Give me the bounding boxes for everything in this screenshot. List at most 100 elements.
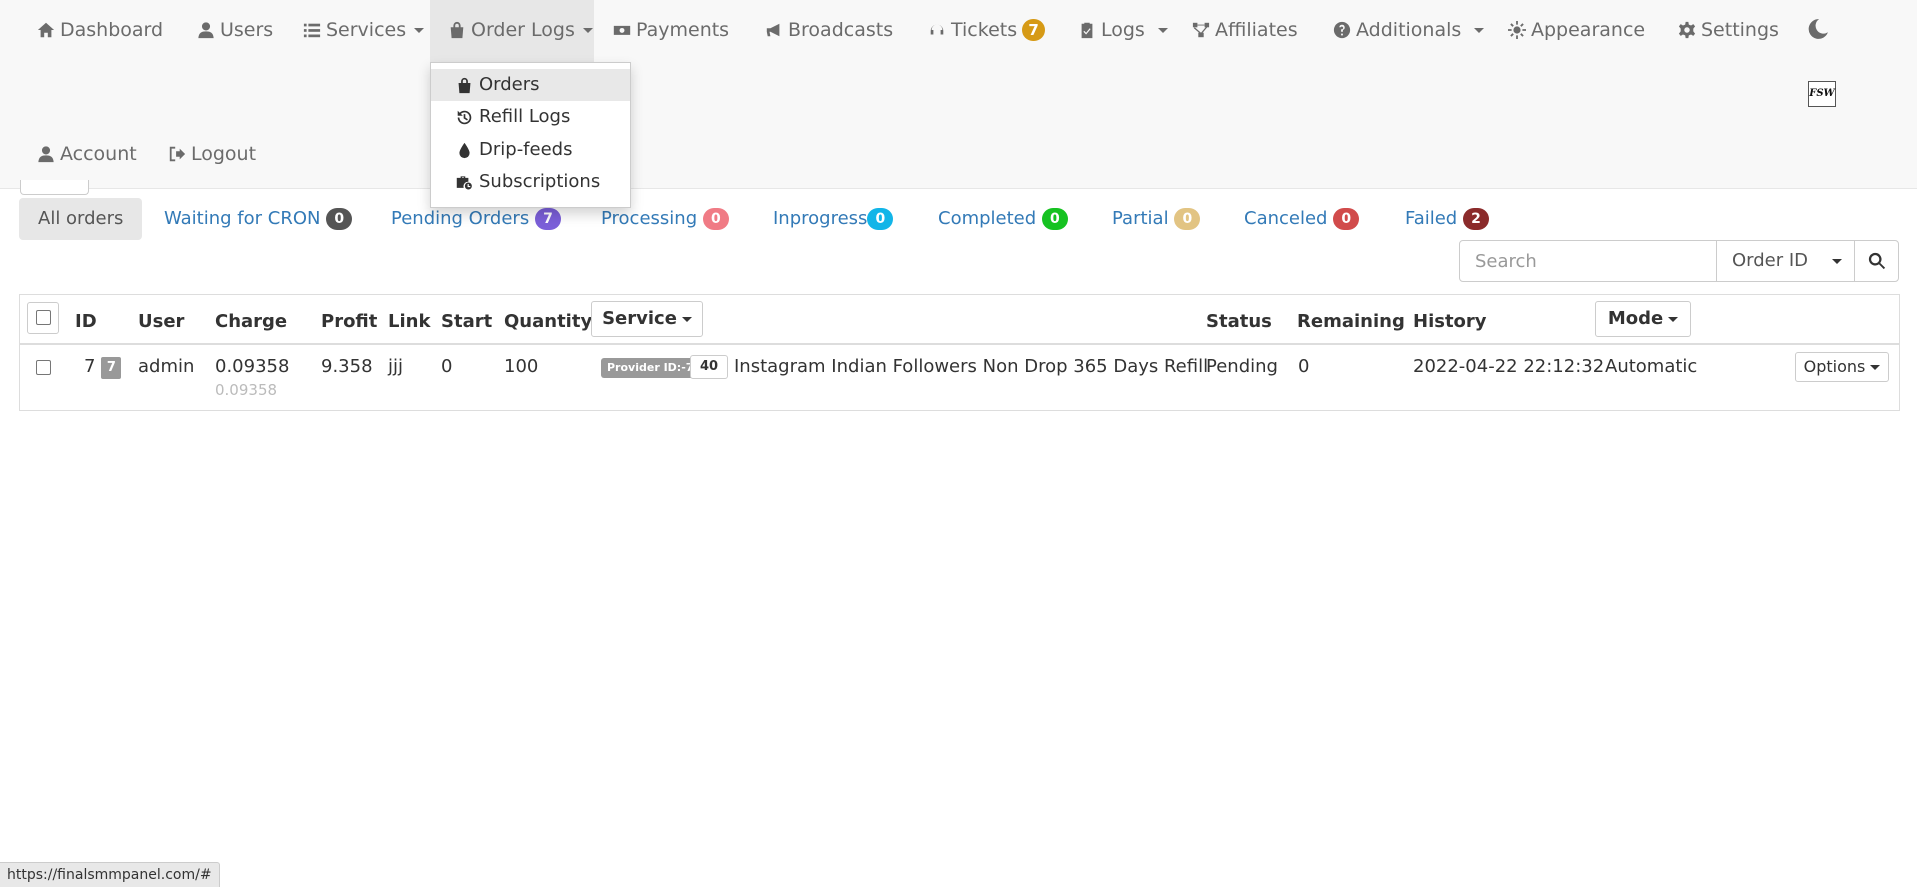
question-circle-icon [1333,21,1351,39]
user-icon [38,146,54,163]
order-logs-dropdown: Orders Refill Logs Drip-feeds Subscripti… [430,62,631,208]
col-header-id: ID [75,311,97,332]
tab-failed[interactable]: Failed 2 [1405,198,1489,240]
browser-status-bar: https://finalsmmpanel.com/# [0,862,220,887]
shopping-bag-icon [458,77,471,93]
provider-id-label: Provider ID:-7 [601,358,700,378]
order-start: 0 [441,356,453,377]
count-badge: 2 [1462,208,1489,230]
nav-services[interactable]: Services [303,19,425,41]
chevron-down-icon [414,27,425,33]
tab-waiting-for-cron[interactable]: Waiting for CRON 0 [164,198,353,240]
nav-logs[interactable]: Logs [1078,19,1168,41]
id-badge: 7 [101,357,122,379]
nav-settings[interactable]: Settings [1678,19,1779,41]
network-icon [1192,22,1210,38]
count-badge: 0 [702,208,729,230]
nav-tickets[interactable]: Tickets 7 [928,19,1046,41]
user-icon [198,22,214,39]
menu-item-refill-logs[interactable]: Refill Logs [431,101,630,133]
moon-icon [1808,19,1828,39]
col-header-status: Status [1206,311,1272,332]
tab-inprogress[interactable]: Inprogress 0 [773,198,894,240]
count-badge: 0 [1174,208,1201,230]
partial-button[interactable] [20,180,89,195]
nav-users[interactable]: Users [197,19,273,41]
nav-appearance[interactable]: Appearance [1508,19,1645,41]
dark-mode-toggle[interactable] [1807,18,1829,40]
count-badge: 0 [1333,208,1360,230]
chevron-down-icon [1157,27,1168,33]
order-status: Pending [1206,356,1278,377]
chevron-down-icon [681,316,692,322]
tickets-count-badge: 7 [1022,19,1046,41]
briefcase-clock-icon [456,175,472,189]
search-icon [1868,252,1886,270]
order-history: 2022-04-22 22:12:32 [1413,356,1605,377]
search-field-select[interactable]: Order ID [1716,241,1854,281]
home-icon [37,22,55,38]
order-user: admin [138,356,195,377]
order-quantity: 100 [504,356,539,377]
history-icon [457,110,472,124]
count-badge: 0 [1041,208,1068,230]
menu-item-drip-feeds[interactable]: Drip-feeds [431,134,630,166]
count-badge: 0 [326,208,353,230]
tab-completed[interactable]: Completed 0 [938,198,1068,240]
tab-partial[interactable]: Partial 0 [1112,198,1201,240]
order-remaining: 0 [1298,356,1310,377]
order-mode: Automatic [1605,356,1698,377]
order-link[interactable]: jjj [388,356,403,377]
header-divider [20,343,1899,345]
brand-logo[interactable]: FSW [1808,81,1836,107]
col-header-charge: Charge [215,311,288,332]
options-button[interactable]: Options [1795,352,1889,382]
sign-out-icon [169,146,186,162]
row-checkbox[interactable] [36,360,51,375]
list-icon [303,23,321,38]
service-filter-button[interactable]: Service [591,301,703,337]
col-header-user: User [138,311,185,332]
chevron-down-icon [1474,27,1485,33]
headset-icon [930,24,944,35]
search-button[interactable] [1854,241,1899,281]
chevron-down-icon [1870,365,1881,370]
menu-item-orders[interactable]: Orders [431,69,630,101]
nav-order-logs[interactable]: Order Logs [448,19,593,41]
top-navbar: Dashboard Users Services Order Logs Paym… [0,0,1917,189]
tab-all-orders[interactable]: All orders [19,198,143,240]
nav-account[interactable]: Account [37,143,137,165]
order-charge: 0.09358 [215,356,290,377]
chevron-down-icon [582,27,593,33]
nav-dashboard[interactable]: Dashboard [37,19,163,41]
gear-icon [1678,21,1696,39]
select-all-checkbox[interactable] [36,310,51,325]
order-charge-secondary: 0.09358 [215,381,278,399]
sun-icon [1508,21,1526,39]
tab-canceled[interactable]: Canceled 0 [1244,198,1360,240]
mode-filter-button[interactable]: Mode [1595,301,1691,337]
col-header-profit: Profit [321,311,378,332]
droplet-icon [459,142,470,158]
nav-affiliates[interactable]: Affiliates [1192,19,1298,41]
order-id: 77 [84,356,122,379]
search-input[interactable] [1460,241,1716,281]
clipboard-check-icon [1081,22,1093,39]
nav-logout[interactable]: Logout [168,143,256,165]
count-badge: 0 [867,208,894,230]
service-id-badge: 40 [690,355,728,379]
count-badge: 7 [534,208,561,230]
col-header-start: Start [441,311,493,332]
search-group: Order ID [1459,240,1899,282]
col-header-remaining: Remaining [1297,311,1405,332]
shopping-bag-icon [450,21,464,39]
col-header-history: History [1413,311,1487,332]
nav-additionals[interactable]: Additionals [1333,19,1485,41]
nav-broadcasts[interactable]: Broadcasts [765,19,893,41]
chevron-down-icon [1668,316,1679,322]
col-header-link: Link [388,311,431,332]
menu-item-subscriptions[interactable]: Subscriptions [431,166,630,198]
money-bill-icon [613,25,631,35]
order-service-name: Instagram Indian Followers Non Drop 365 … [734,356,1209,377]
nav-payments[interactable]: Payments [613,19,729,41]
